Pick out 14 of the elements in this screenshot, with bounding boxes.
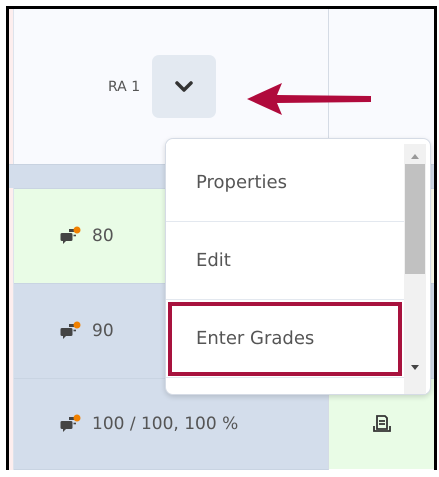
scrollbar[interactable] [404, 144, 426, 394]
menu-item[interactable]: Properties [166, 144, 404, 222]
column-menu-button[interactable] [152, 55, 216, 118]
menu-item[interactable]: Enter Grades [166, 300, 404, 378]
feedback-icon [60, 226, 82, 246]
feedback-icon [60, 414, 82, 434]
chevron-down-icon [175, 80, 194, 92]
feedback-icon [60, 321, 82, 341]
scroll-up-icon[interactable] [410, 152, 420, 160]
scroll-down-icon[interactable] [410, 364, 420, 372]
grade-cell: 100 / 100, 100 % [14, 378, 329, 469]
document-icon[interactable] [372, 414, 390, 434]
column-header: RA 1 [108, 78, 140, 94]
menu-item[interactable]: Edit [166, 222, 404, 300]
